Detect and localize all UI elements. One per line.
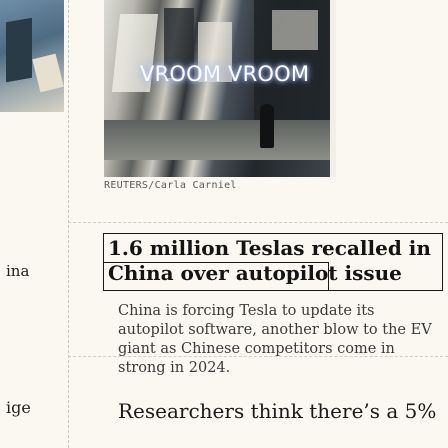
person-silhouette <box>260 104 274 148</box>
photo-credit: REUTERS/Carla Carniel <box>104 180 237 191</box>
next-article-headline[interactable]: Researchers think there’s a 5% <box>118 398 436 424</box>
news-feed-page: ina ige VROOM VROOM REUTERS/Carla Carnie… <box>0 0 448 448</box>
headline-line-1: 1.6 million Teslas recalled in <box>108 236 431 260</box>
headline-line-2: China over autopilot issue <box>108 261 402 285</box>
previous-article-headline-fragment[interactable]: ige <box>6 398 31 417</box>
previous-article-text-fragment: ina <box>6 262 30 280</box>
previous-article-column: ina ige <box>0 0 69 448</box>
neon-sign-text: VROOM VROOM <box>140 62 310 86</box>
section-divider <box>68 222 448 223</box>
article-headline-link[interactable]: 1.6 million Teslas recalled in China ove… <box>103 233 443 291</box>
previous-article-image[interactable] <box>0 0 64 112</box>
article-summary: China is forcing Tesla to update its aut… <box>118 303 432 376</box>
article-headline[interactable]: 1.6 million Teslas recalled in China ove… <box>108 236 431 286</box>
article-hero-image[interactable]: VROOM VROOM <box>104 0 330 177</box>
